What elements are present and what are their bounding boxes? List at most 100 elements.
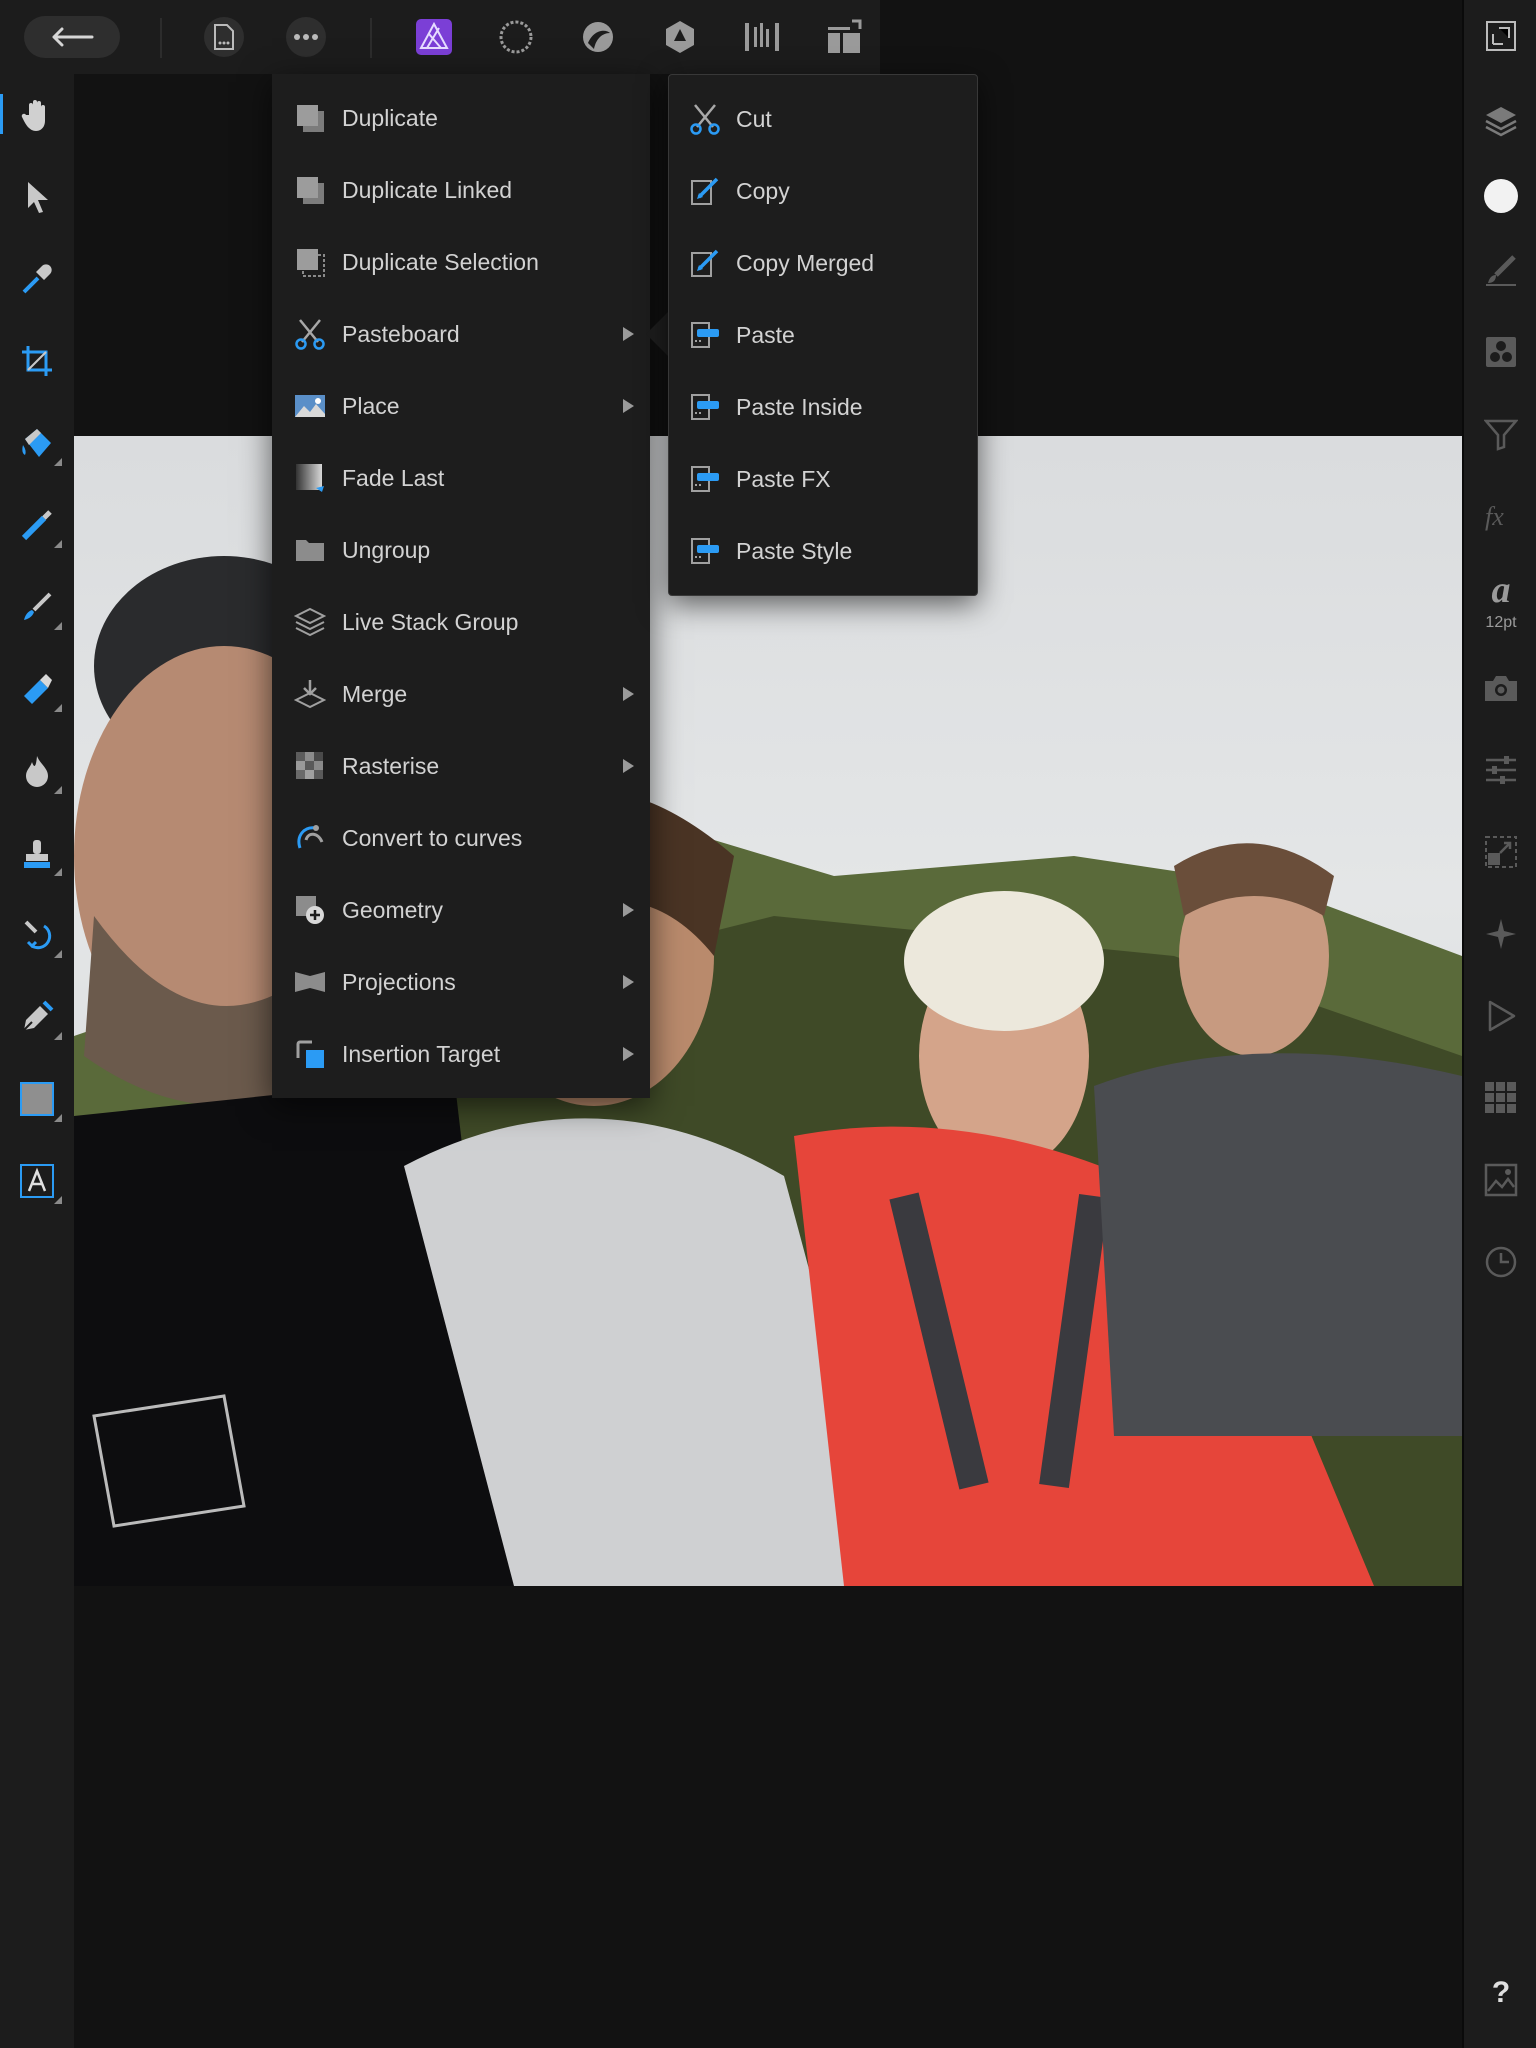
arrange-button[interactable] — [824, 17, 864, 57]
submenu-item-label: Paste — [736, 322, 795, 348]
menu-item-convert-to-curves[interactable]: Convert to curves — [272, 802, 650, 874]
menu-item-insertion-target[interactable]: Insertion Target — [272, 1018, 650, 1090]
tool-group-indicator — [54, 950, 62, 958]
export-persona-button[interactable] — [742, 17, 782, 57]
paint-brush-tool[interactable] — [10, 576, 64, 638]
brushes-icon — [1486, 255, 1516, 286]
text-tool[interactable] — [10, 1150, 64, 1212]
history-button[interactable] — [1481, 1242, 1521, 1282]
menu-item-duplicate-selection[interactable]: Duplicate Selection — [272, 226, 650, 298]
flood-fill-tool[interactable] — [10, 412, 64, 474]
toolbar-divider — [160, 18, 162, 58]
clone-stamp-tool[interactable] — [10, 822, 64, 884]
menu-item-pasteboard[interactable]: Pasteboard — [272, 298, 650, 370]
sliders-button[interactable] — [1481, 750, 1521, 790]
photo-persona-button[interactable] — [414, 17, 454, 57]
menu-item-place[interactable]: Place — [272, 370, 650, 442]
grid-icon — [1485, 1082, 1516, 1113]
tool-group-indicator — [54, 1032, 62, 1040]
submenu-item-paste[interactable]: Paste — [669, 299, 977, 371]
more-button[interactable] — [286, 17, 326, 57]
color-picker-icon — [22, 264, 52, 294]
snapping-button[interactable] — [1481, 914, 1521, 954]
clone-stamp-icon — [24, 840, 50, 868]
tool-group-indicator — [54, 1114, 62, 1122]
folder-icon — [294, 534, 326, 566]
submenu-item-paste-style[interactable]: Paste Style — [669, 515, 977, 587]
menu-item-label: Duplicate Linked — [342, 177, 513, 203]
text-tool-icon — [20, 1164, 54, 1198]
layers-icon — [1485, 107, 1517, 137]
submenu-item-copy-merged[interactable]: Copy Merged — [669, 227, 977, 299]
transform-button[interactable] — [1481, 832, 1521, 872]
help-button[interactable]: ? — [1464, 1976, 1536, 2010]
erase-brush-tool[interactable] — [10, 658, 64, 720]
dodge-burn-tool[interactable] — [10, 740, 64, 802]
rectangle-tool[interactable] — [10, 1068, 64, 1130]
grid-button[interactable] — [1481, 1078, 1521, 1118]
selection-brush-icon — [21, 510, 52, 541]
menu-item-fade-last[interactable]: Fade Last — [272, 442, 650, 514]
menu-item-projections[interactable]: Projections — [272, 946, 650, 1018]
submenu-item-cut[interactable]: Cut — [669, 83, 977, 155]
tone-mapping-persona-button[interactable] — [660, 17, 700, 57]
submenu-item-copy[interactable]: Copy — [669, 155, 977, 227]
back-button[interactable] — [24, 16, 120, 58]
color-button[interactable] — [1481, 176, 1521, 216]
menu-item-label: Place — [342, 393, 400, 419]
menu-item-ungroup[interactable]: Ungroup — [272, 514, 650, 586]
submenu-arrow-icon — [623, 1047, 634, 1061]
top-toolbar — [0, 0, 880, 74]
pen-tool[interactable] — [10, 986, 64, 1048]
tool-group-indicator — [54, 786, 62, 794]
selection-brush-tool[interactable] — [10, 494, 64, 556]
channels-button[interactable] — [1481, 332, 1521, 372]
document-button[interactable] — [204, 17, 244, 57]
menu-item-duplicate-linked[interactable]: Duplicate Linked — [272, 154, 650, 226]
camera-icon — [1485, 676, 1517, 701]
navigator-button[interactable] — [1481, 16, 1521, 56]
color-picker-tool[interactable] — [10, 248, 64, 310]
adjustments-button[interactable] — [1481, 414, 1521, 454]
menu-item-geometry[interactable]: Geometry — [272, 874, 650, 946]
red-eye-icon — [24, 920, 52, 950]
menu-item-label: Merge — [342, 681, 408, 707]
tool-group-indicator — [54, 622, 62, 630]
submenu-item-paste-inside[interactable]: Paste Inside — [669, 371, 977, 443]
stock-button[interactable] — [1481, 1160, 1521, 1200]
svg-text:fx: fx — [1485, 502, 1504, 531]
tone-mapping-persona-icon — [666, 21, 694, 53]
copy-merged-icon — [689, 247, 721, 279]
liquify-persona-button[interactable] — [496, 17, 536, 57]
menu-item-merge[interactable]: Merge — [272, 658, 650, 730]
menu-item-live-stack-group[interactable]: Live Stack Group — [272, 586, 650, 658]
text-style-button[interactable]: a — [1481, 570, 1521, 610]
flood-fill-icon — [22, 429, 51, 457]
submenu-item-label: Paste Inside — [736, 394, 863, 420]
submenu-item-paste-fx[interactable]: Paste FX — [669, 443, 977, 515]
brushes-button[interactable] — [1481, 250, 1521, 290]
play-button[interactable] — [1481, 996, 1521, 1036]
color-icon — [1484, 179, 1518, 213]
menu-item-label: Insertion Target — [342, 1041, 501, 1067]
red-eye-tool[interactable] — [10, 904, 64, 966]
pasteboard-submenu: Cut Copy Copy Merged Paste Paste Inside … — [668, 74, 978, 596]
menu-item-label: Ungroup — [342, 537, 431, 563]
snapping-icon — [1486, 919, 1516, 949]
move-tool[interactable] — [10, 166, 64, 228]
cut-icon — [689, 103, 721, 135]
move-tool-icon — [28, 182, 48, 213]
develop-persona-button[interactable] — [578, 17, 618, 57]
menu-item-rasterise[interactable]: Rasterise — [272, 730, 650, 802]
layers-button[interactable] — [1481, 100, 1521, 140]
view-tool[interactable] — [10, 84, 64, 146]
insertion-target-icon — [294, 1038, 326, 1070]
camera-button[interactable] — [1481, 668, 1521, 708]
crop-tool[interactable] — [10, 330, 64, 392]
fx-icon: fx — [1485, 502, 1504, 531]
liquify-persona-icon — [499, 20, 533, 54]
fx-button[interactable]: fx — [1481, 496, 1521, 536]
text-style-icon: a — [1491, 569, 1511, 611]
menu-item-duplicate[interactable]: Duplicate — [272, 82, 650, 154]
submenu-arrow-icon — [623, 975, 634, 989]
